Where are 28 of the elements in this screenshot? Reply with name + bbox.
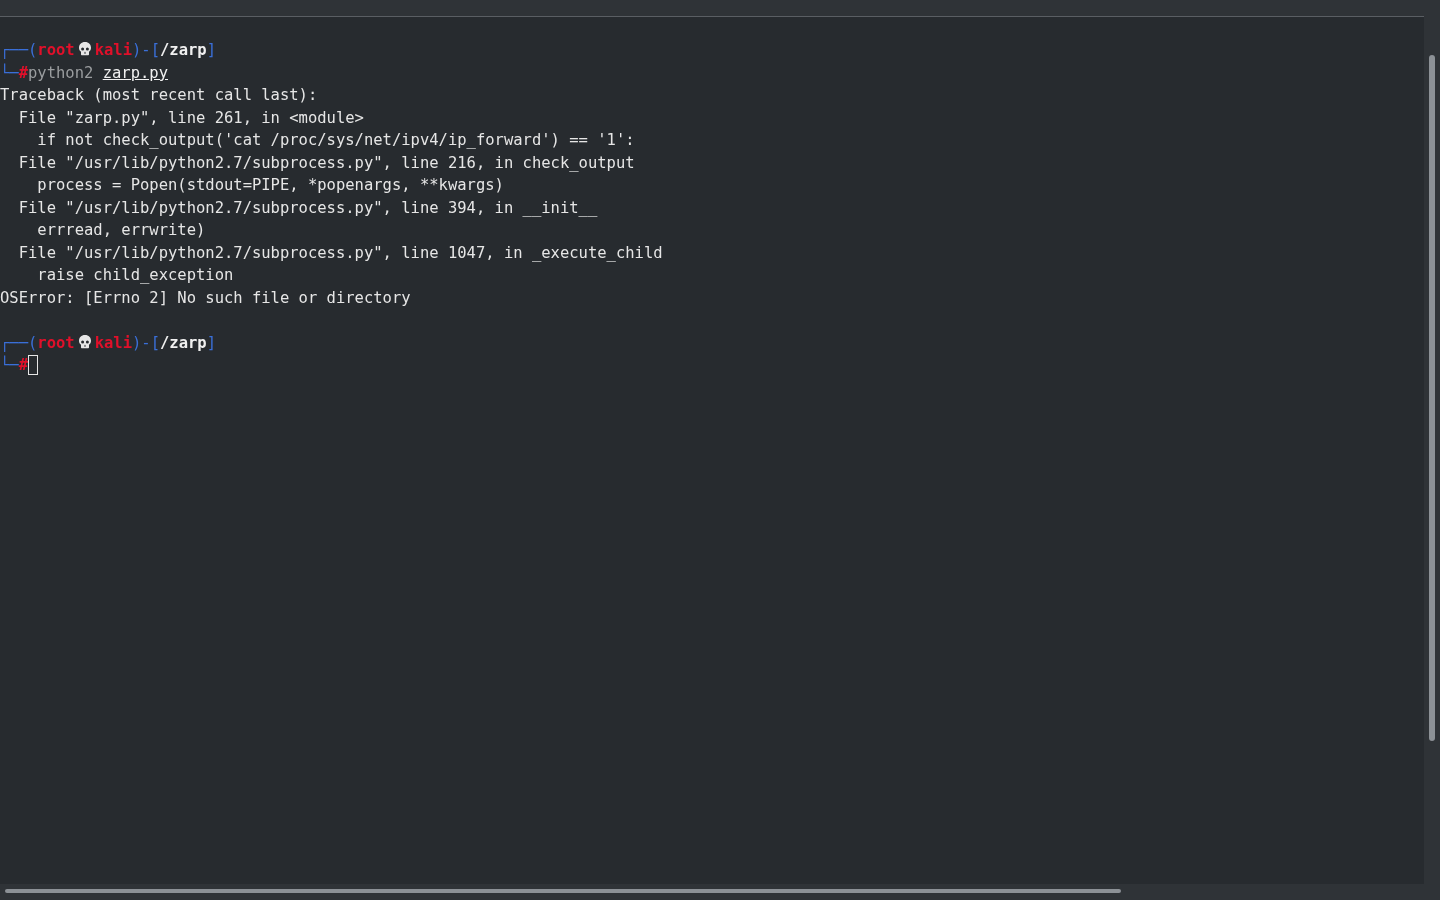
output-line: File "/usr/lib/python2.7/subprocess.py", line 1047, in _execute_child (17, 242, 664, 264)
output-line: OSError: [Errno 2] No such file or directory (0, 287, 412, 309)
output-line: if not check_output('cat /proc/sys/net/ipv4/ip_forward') == '1': (36, 130, 636, 151)
command-name: python2 (28, 63, 94, 82)
output-line: File "/usr/lib/python2.7/subprocess.py", line 394, in __init__ (17, 197, 599, 219)
prompt-symbol: # (18, 63, 28, 82)
prompt-path: /zarp (160, 333, 207, 352)
output-line: errread, errwrite) (36, 220, 207, 241)
prompt-host: kali (94, 41, 132, 59)
output-line: raise child_exception (36, 265, 235, 286)
prompt-user: root (37, 41, 75, 59)
prompt-corner: └─ (0, 63, 19, 82)
prompt-separator: )-[ (132, 333, 160, 352)
prompt-corner: ┌──( (0, 41, 38, 59)
output-line: Traceback (most recent call last): (0, 85, 319, 106)
prompt-path: /zarp (160, 41, 207, 59)
output-line: process = Popen(stdout=PIPE, *popenargs, **kwargs) (36, 175, 505, 196)
prompt-user: root (37, 333, 75, 352)
prompt-bracket: ] (206, 41, 216, 59)
prompt-bracket: ] (206, 333, 216, 352)
prompt-host: kali (94, 333, 132, 352)
prompt-separator: )-[ (132, 41, 160, 59)
prompt-symbol: # (18, 356, 28, 374)
prompt-corner: └─ (0, 356, 19, 374)
output-line: File "zarp.py", line 261, in <module> (17, 107, 365, 129)
command-argument: zarp.py (102, 63, 168, 82)
prompt-corner: ┌──( (0, 333, 38, 352)
output-line: File "/usr/lib/python2.7/subprocess.py", line 216, in check_output (17, 152, 636, 174)
